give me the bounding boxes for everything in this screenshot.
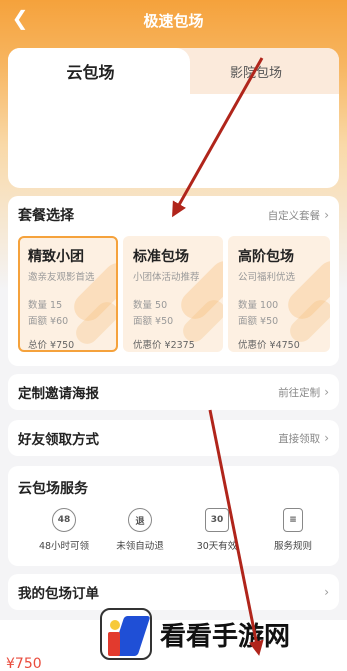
chevron-right-icon: › [324,385,329,399]
package-price: 优惠价 ¥2375 [133,340,195,351]
service-rules[interactable]: ≡ 服务规则 [252,508,334,552]
package-option-1[interactable]: 精致小团 邀亲友观影首选 数量 15 面额 ¥60 总价 ¥750 [18,236,118,352]
tab-cloud-booking[interactable]: 云包场 [8,48,173,94]
calendar-30-icon: 30 [205,508,229,532]
service-label: 30天有效 [196,541,238,552]
watermark-logo [100,608,152,660]
custom-package-link[interactable]: 自定义套餐 › [268,208,329,223]
package-option-3[interactable]: 高阶包场 公司福利优选 数量 100 面额 ¥50 优惠价 ¥4750 [228,236,330,352]
package-name: 高阶包场 [238,249,294,265]
48-hours-icon: 48 [52,508,76,532]
package-quantity: 数量 50 [133,300,168,311]
service-48-hours[interactable]: 48 48小时可领 [23,508,105,552]
service-label: 未领自动退 [116,541,164,552]
service-label: 48小时可领 [38,541,90,552]
package-option-2[interactable]: 标准包场 小团体活动推荐 数量 50 面额 ¥50 优惠价 ¥2375 [123,236,223,352]
section-title: 云包场服务 [18,481,88,497]
custom-poster-title: 定制邀请海报 [18,386,99,402]
service-label: 服务规则 [273,541,312,552]
bottom-total-price: ¥750 [6,656,42,671]
package-description: 公司福利优选 [238,272,296,283]
service-auto-refund[interactable]: 退 未领自动退 [99,508,181,552]
package-description: 小团体活动推荐 [133,272,200,283]
custom-poster-row[interactable]: 定制邀请海报 前往定制 › [8,374,339,410]
cloud-booking-services-card: 云包场服务 48 48小时可领 退 未领自动退 30 30天有效 ≡ 服务规则 [8,466,339,566]
my-orders-title: 我的包场订单 [18,586,99,602]
package-quantity: 数量 15 [28,300,63,311]
chevron-right-icon: › [324,208,329,222]
refund-icon: 退 [128,508,152,532]
section-title: 套餐选择 [18,208,74,224]
tabs-card: 云包场 影院包场 [8,48,339,188]
rules-document-icon: ≡ [283,508,303,532]
package-name: 精致小团 [28,249,84,265]
page-title: 极速包场 [143,11,204,30]
package-face-value: 面额 ¥60 [28,316,69,327]
package-description: 邀亲友观影首选 [28,272,95,283]
go-customize-label: 前往定制 [278,386,321,399]
direct-claim-link[interactable]: 直接领取 › [278,431,329,446]
chevron-left-icon[interactable]: ❮ [8,6,32,30]
package-price: 优惠价 ¥4750 [238,340,300,351]
package-face-value: 面额 ¥50 [133,316,174,327]
tab-cinema-booking[interactable]: 影院包场 [173,48,339,94]
package-face-value: 面额 ¥50 [238,316,279,327]
my-orders-row[interactable]: 我的包场订单 › [8,574,339,610]
custom-package-label: 自定义套餐 [267,209,321,222]
package-price: 总价 ¥750 [28,340,75,351]
watermark-text: 看看手游网 [160,621,291,652]
service-30-days-valid[interactable]: 30 30天有效 [176,508,258,552]
package-name: 标准包场 [133,249,189,265]
claim-method-title: 好友领取方式 [18,432,99,448]
navigation-bar: ❮ 极速包场 [0,0,347,40]
chevron-right-icon: › [324,585,329,599]
package-quantity: 数量 100 [238,300,279,311]
package-selection-card: 套餐选择 自定义套餐 › 精致小团 邀亲友观影首选 数量 15 面额 ¥60 总… [8,196,339,366]
chevron-right-icon: › [324,431,329,445]
claim-method-row[interactable]: 好友领取方式 直接领取 › [8,420,339,456]
watermark: 看看手游网 [100,606,340,662]
package-section-header: 套餐选择 自定义套餐 › [18,206,329,224]
direct-claim-label: 直接领取 [278,432,321,445]
go-customize-link[interactable]: 前往定制 › [278,385,329,400]
